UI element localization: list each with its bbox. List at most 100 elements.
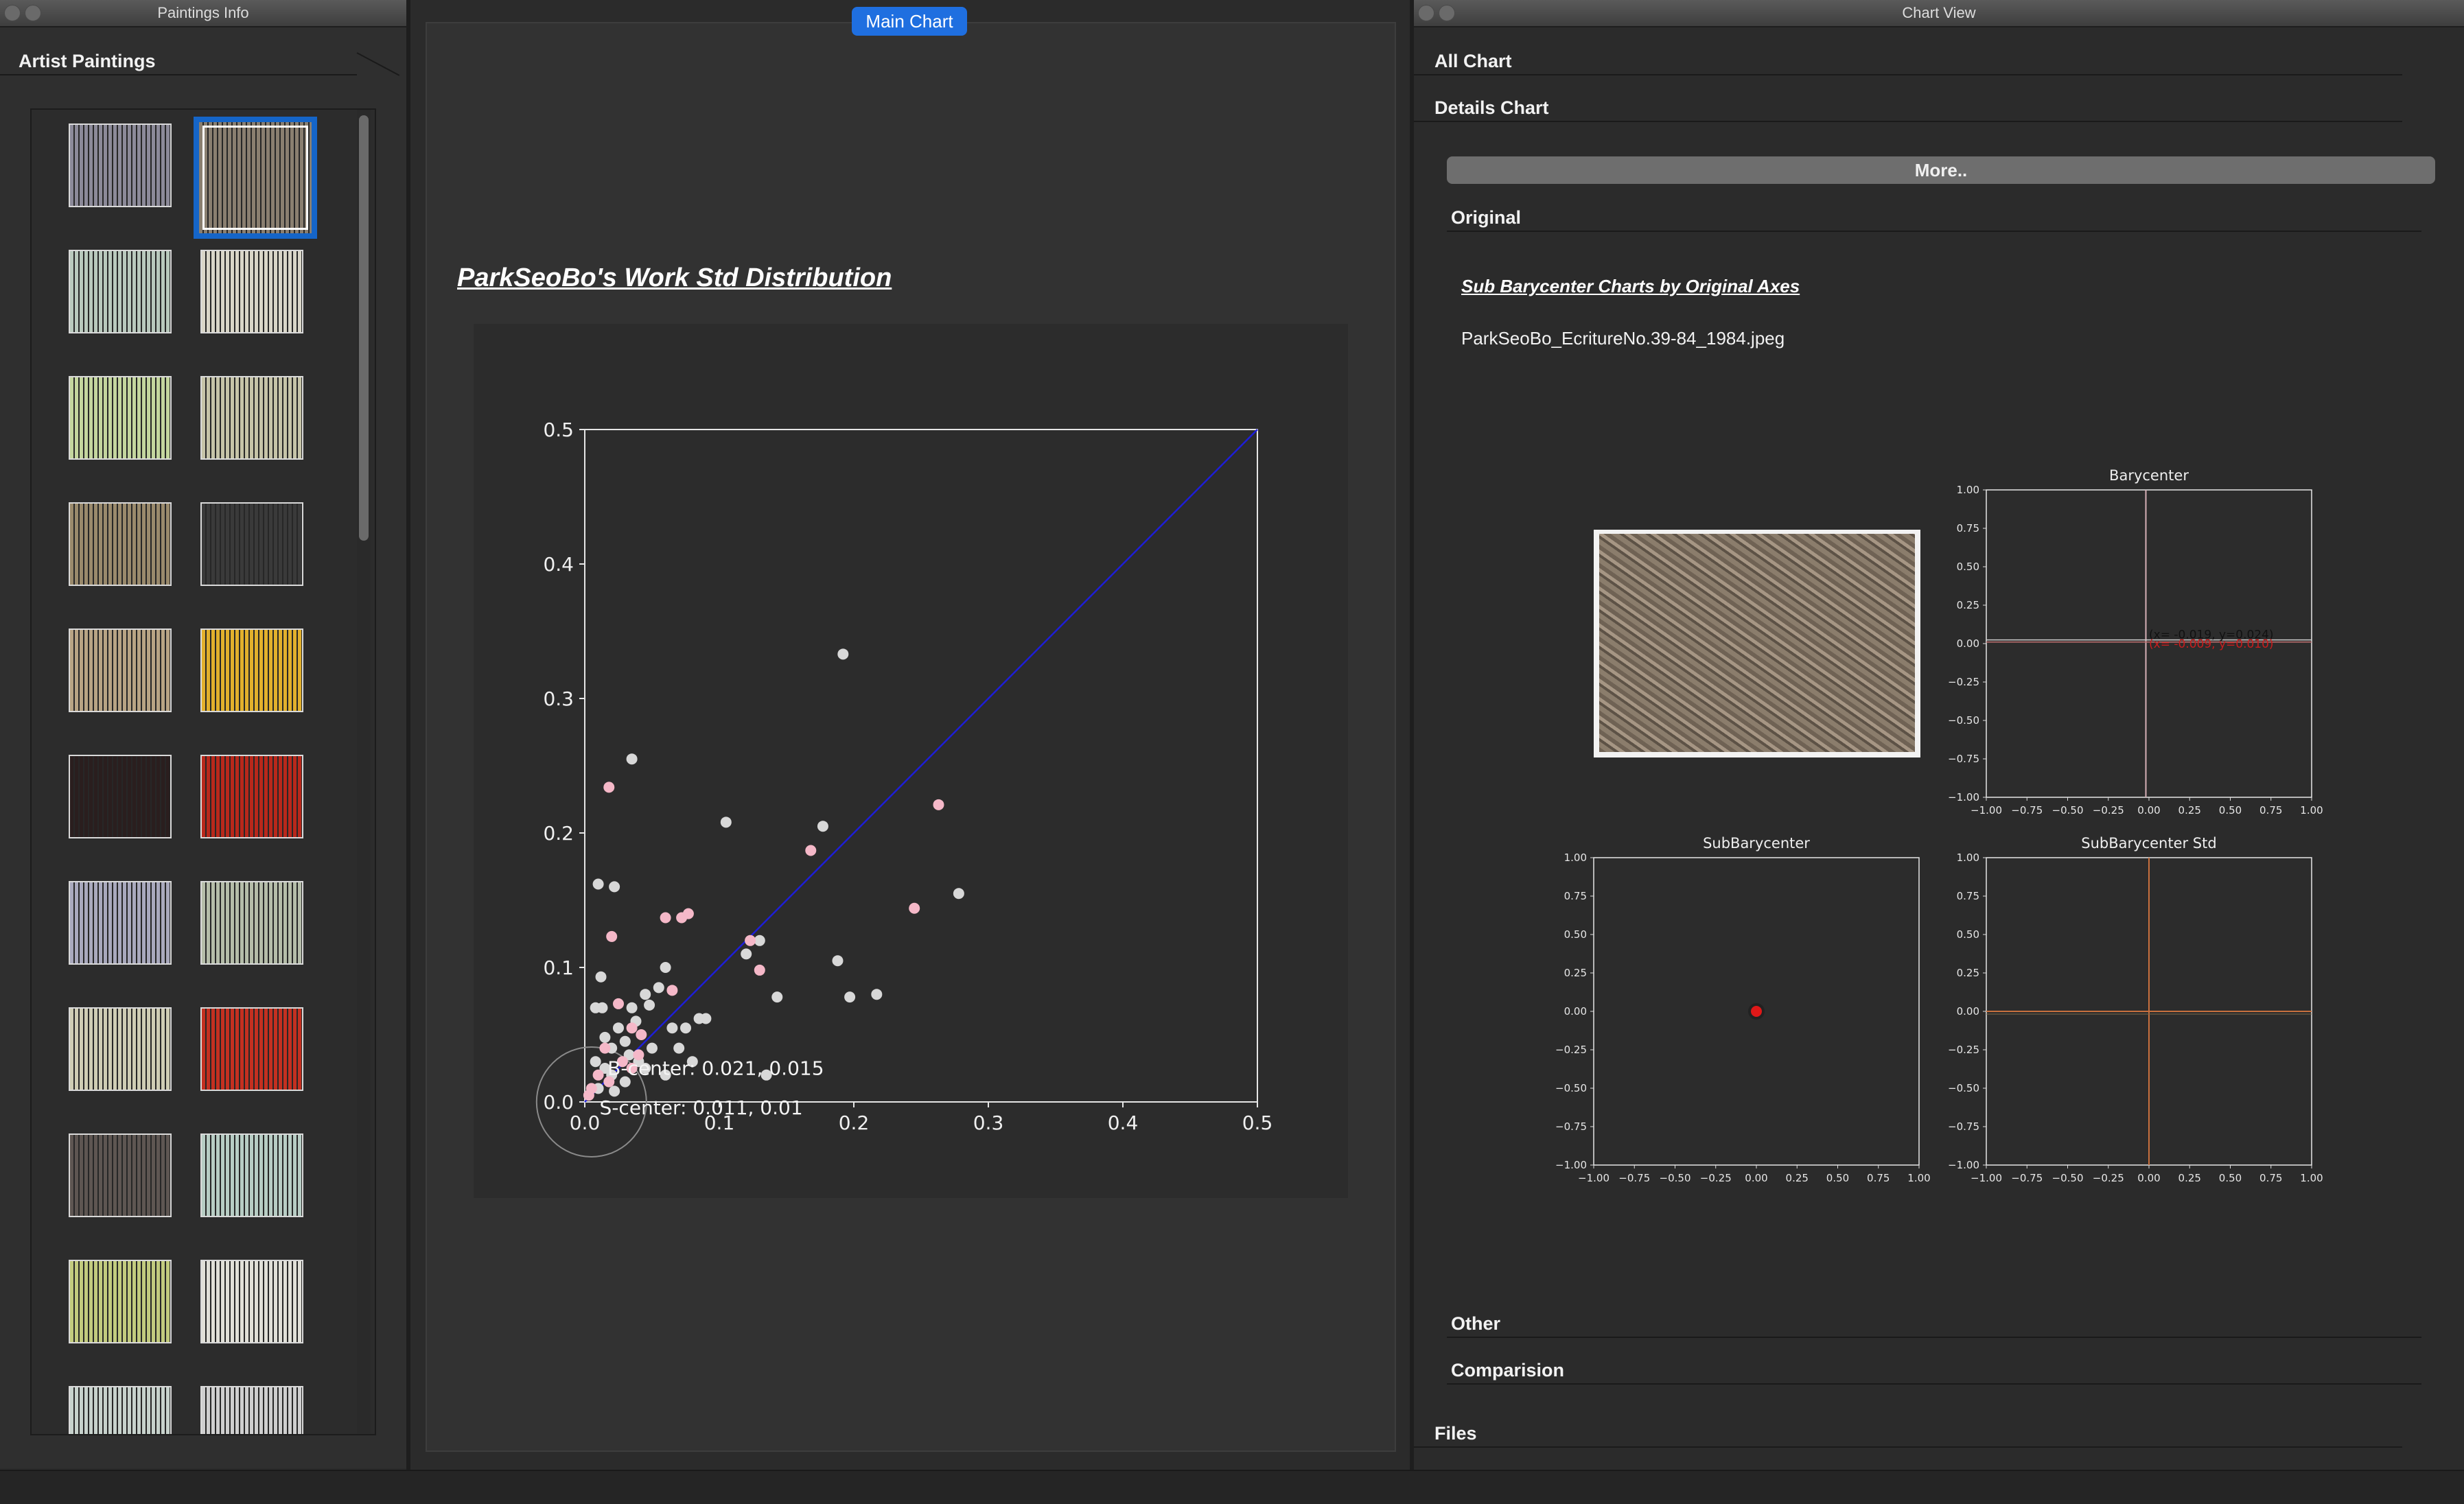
mini-y-tick-label: −0.25 [1948,1044,1979,1056]
mini-x-tick-label: 0.25 [2178,1172,2201,1184]
data-point [599,1031,611,1043]
x-tick-label: 0.5 [1242,1112,1273,1134]
painting-thumbnail[interactable] [69,502,172,586]
mini-x-tick-label: 0.25 [2178,804,2201,816]
data-point [700,1013,712,1024]
mini-x-tick-label: −0.75 [1618,1172,1650,1184]
artist-paintings-header[interactable]: Artist Paintings [19,51,156,72]
right-window-title: Chart View [1902,4,1976,21]
data-point [953,888,964,900]
mini-y-tick-label: −0.50 [1555,1082,1587,1094]
painting-thumbnail[interactable] [200,1007,303,1091]
data-point [871,989,883,1000]
barycenter-annotation-red: (x= -0.009, y=0.010) [2149,637,2274,651]
minimize-window-icon[interactable] [25,5,41,21]
painting-thumbnail[interactable] [69,881,172,965]
mini-chart: Barycenter −1.00−1.00 −0.75 −0.75 −0.50 −0.50… [1948,467,2323,816]
data-point [817,821,828,832]
painting-thumbnail[interactable] [69,755,172,838]
mini-x-tick-label: −0.75 [2011,804,2043,816]
painting-thumbnail[interactable] [200,755,303,838]
mini-y-tick-label: 0.00 [1564,1005,1587,1018]
mini-x-tick-label: 1.00 [2300,804,2323,816]
all-chart-header[interactable]: All Chart [1434,51,1512,72]
data-point [626,1022,638,1034]
painting-thumbnail[interactable] [69,250,172,333]
data-point [590,1056,601,1068]
painting-thumbnail[interactable] [200,1386,303,1434]
mini-y-tick-label: 1.00 [1564,851,1587,864]
y-tick-label: 0.5 [543,419,574,441]
mini-x-tick-label: −1.00 [1971,804,2002,816]
y-tick-label: 0.2 [543,822,574,845]
painting-thumbnail[interactable] [200,628,303,712]
painting-thumbnail[interactable] [200,376,303,460]
close-window-icon[interactable] [1418,5,1434,21]
mini-chart: SubBarycenter Std −1.00−1.00 −0.75 −0.75 −0.… [1948,835,2323,1184]
data-point [609,881,620,893]
x-tick-label: 0.2 [839,1112,870,1134]
data-point [660,962,671,973]
data-point [660,912,671,924]
data-point [603,782,615,793]
data-point [647,1042,658,1054]
painting-thumbnail[interactable] [200,1260,303,1343]
painting-thumbnail[interactable] [69,1133,172,1217]
subbarycenter-point [1751,1006,1762,1017]
painting-thumbnail[interactable] [200,250,303,333]
mini-x-tick-label: −0.25 [2093,804,2124,816]
mini-y-tick-label: 0.25 [1564,967,1587,979]
mini-chart-title: SubBarycenter Std [2081,835,2216,851]
original-header[interactable]: Original [1451,207,1521,228]
painting-thumbnail-selected[interactable] [194,117,317,239]
mini-x-tick-label: 0.00 [1745,1172,1767,1184]
data-point [592,1069,604,1081]
y-tick-label: 0.1 [543,956,574,979]
data-point [644,999,655,1011]
mini-x-tick-label: −0.25 [2093,1172,2124,1184]
mini-x-tick-label: 0.00 [2137,1172,2160,1184]
painting-thumbnail[interactable] [69,124,172,207]
mini-y-tick-label: 1.00 [1957,484,1979,496]
mini-y-tick-label: −0.25 [1948,676,1979,688]
mini-x-tick-label: −0.50 [1660,1172,1691,1184]
mini-x-tick-label: −0.25 [1700,1172,1732,1184]
painting-thumbnail[interactable] [69,1007,172,1091]
painting-thumbnail[interactable] [69,1260,172,1343]
comparison-header[interactable]: Comparision [1451,1360,1564,1381]
data-point [666,1022,678,1034]
painting-thumbnail[interactable] [69,628,172,712]
x-tick-label: 0.0 [570,1112,601,1134]
data-point [909,902,920,914]
data-point [592,878,604,890]
files-header[interactable]: Files [1434,1423,1477,1444]
painting-thumbnail[interactable] [200,1133,303,1217]
data-point [596,1002,608,1013]
data-point [844,991,856,1003]
minimize-window-icon[interactable] [1439,5,1455,21]
main-chart-tab[interactable]: Main Chart [852,7,967,36]
painting-thumbnail[interactable] [69,1386,172,1434]
data-point [720,816,732,828]
data-point [606,930,618,942]
main-scatter-chart: 0.0 0.1 0.2 0.3 0.4 0.50.00.10.20.30.40.5B-ce… [474,324,1348,1198]
mini-y-tick-label: −0.75 [1948,1120,1979,1133]
painting-filename: ParkSeoBo_EcritureNo.39-84_1984.jpeg [1461,328,1785,349]
thumbnail-scrollbar-thumb[interactable] [359,115,369,541]
paintings-thumbnail-list[interactable] [30,108,376,1435]
data-point [653,982,664,994]
painting-thumbnail[interactable] [200,502,303,586]
mini-chart-title: Barycenter [2109,467,2189,484]
mini-y-tick-label: 0.50 [1564,928,1587,941]
details-chart-header[interactable]: Details Chart [1434,97,1549,119]
painting-thumbnail[interactable] [200,881,303,965]
painting-thumbnail[interactable] [69,376,172,460]
more-button[interactable]: More.. [1447,156,2435,184]
close-window-icon[interactable] [4,5,21,21]
data-point [676,912,688,924]
other-header[interactable]: Other [1451,1313,1500,1335]
main-chart-title: ParkSeoBo's Work Std Distribution [457,263,892,292]
barycenter-charts: Barycenter−1.00−1.00−0.75−0.75−0.50−0.50… [1555,467,2323,1184]
data-point [771,991,783,1003]
mini-y-tick-label: 0.50 [1957,561,1979,573]
